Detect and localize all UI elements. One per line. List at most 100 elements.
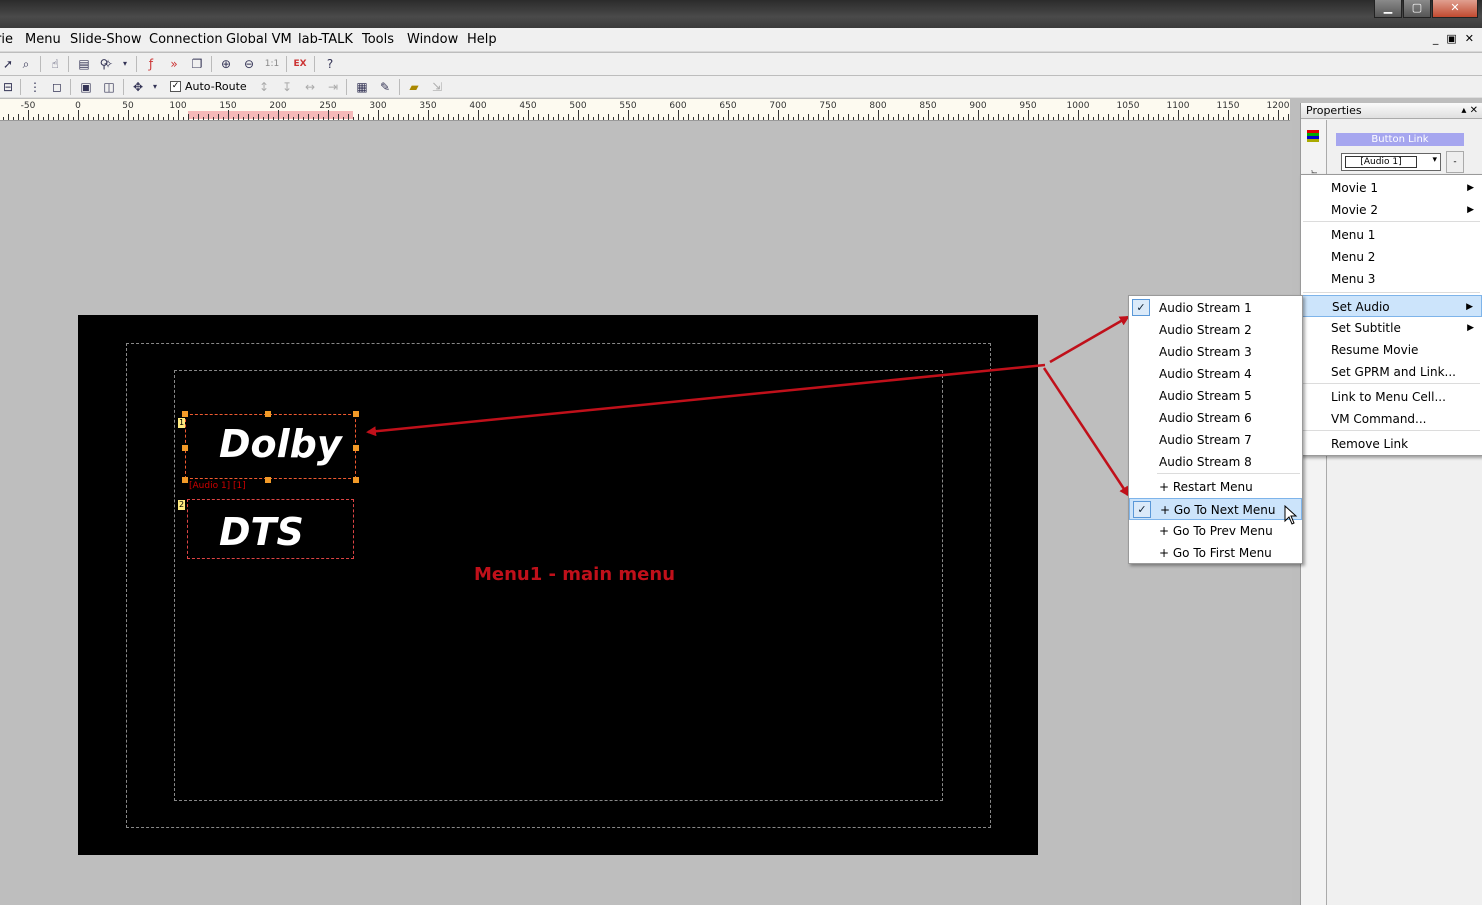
- menu-item-vm-command[interactable]: VM Command...: [1301, 408, 1482, 430]
- help-icon[interactable]: ?: [322, 56, 338, 72]
- table-icon[interactable]: ▦: [354, 79, 370, 95]
- submenu-item-audio-stream-4[interactable]: Audio Stream 4: [1129, 363, 1302, 385]
- horizontal-ruler: -50 0 50 100 150 200 250 300 350 400 450 500 550 600 6…: [0, 99, 1290, 121]
- auto-route-checkbox[interactable]: ✓: [170, 81, 181, 92]
- menu-movie[interactable]: rie: [0, 32, 13, 47]
- resize-handle[interactable]: [182, 477, 188, 483]
- preview-icon[interactable]: ▣: [78, 79, 94, 95]
- resize-handle[interactable]: [353, 477, 359, 483]
- ruler-tick: [553, 117, 554, 120]
- menu-lab-talk[interactable]: lab-TALK: [298, 32, 353, 47]
- ruler-tick: [463, 117, 464, 120]
- ruler-tick: [1148, 114, 1149, 120]
- menu-item-remove-link[interactable]: Remove Link: [1301, 433, 1482, 455]
- submenu-item-go-to-prev-menu[interactable]: + Go To Prev Menu: [1129, 520, 1302, 542]
- find-icon[interactable]: ⌕: [18, 56, 34, 72]
- auto-route-toggle[interactable]: ✓ Auto-Route: [170, 80, 247, 93]
- ruler-tick: [748, 114, 749, 120]
- resize-handle[interactable]: [182, 445, 188, 451]
- ruler-tick: [498, 114, 499, 120]
- move-icon[interactable]: ✥: [130, 79, 146, 95]
- actual-size-icon[interactable]: 1:1: [264, 56, 280, 72]
- submenu-item-audio-stream-7[interactable]: Audio Stream 7: [1129, 429, 1302, 451]
- ruler-tick: [8, 114, 9, 120]
- distribute-vertical-icon[interactable]: ↕: [256, 79, 272, 95]
- distribute-horizontal-icon[interactable]: ↔: [302, 79, 318, 95]
- grid-icon[interactable]: ⋮: [27, 79, 43, 95]
- distribute-horizontal-2-icon[interactable]: ⇥: [325, 79, 341, 95]
- button-link-combo[interactable]: [Audio 1] ▾: [1341, 153, 1441, 171]
- menu-global-vm[interactable]: Global VM: [226, 32, 292, 47]
- menu-canvas[interactable]: 1 Dolby [Audio 1] [1] 2 DTS Menu1 - main…: [78, 315, 1038, 855]
- menu-item-menu-1[interactable]: Menu 1: [1301, 224, 1482, 246]
- menu-window[interactable]: Window: [407, 32, 458, 47]
- menu-item-resume-movie[interactable]: Resume Movie: [1301, 339, 1482, 361]
- color-palette-icon[interactable]: [1307, 130, 1319, 142]
- menu-help[interactable]: Help: [467, 32, 497, 47]
- doc-minimize-button[interactable]: _: [1433, 32, 1439, 45]
- menu-item-set-gprm-and-link[interactable]: Set GPRM and Link...: [1301, 361, 1482, 383]
- menu-menu[interactable]: Menu: [25, 32, 61, 47]
- menu-item-menu-3[interactable]: Menu 3: [1301, 268, 1482, 290]
- copy-icon[interactable]: ❐: [189, 56, 205, 72]
- fast-forward-fx-icon[interactable]: »: [166, 56, 182, 72]
- simulate-icon[interactable]: ◫: [101, 79, 117, 95]
- dropdown-arrow-icon[interactable]: ▾: [150, 79, 160, 95]
- ruler-tick: [28, 110, 29, 120]
- menu-item-menu-2[interactable]: Menu 2: [1301, 246, 1482, 268]
- folder-icon[interactable]: ▰: [406, 79, 422, 95]
- resize-handle[interactable]: [353, 445, 359, 451]
- menu-connection[interactable]: Connection: [149, 32, 223, 47]
- submenu-item-audio-stream-2[interactable]: Audio Stream 2: [1129, 319, 1302, 341]
- doc-restore-button[interactable]: ▣: [1446, 32, 1456, 45]
- edit-pencil-icon[interactable]: ✎: [377, 79, 393, 95]
- ruler-tick: [548, 114, 549, 120]
- export-icon[interactable]: ⇲: [429, 79, 445, 95]
- minimize-window-button[interactable]: ▁: [1374, 0, 1402, 18]
- resize-handle[interactable]: [182, 411, 188, 417]
- ruler-tick: [73, 117, 74, 120]
- chevron-down-icon[interactable]: ▾: [1432, 155, 1437, 165]
- properties-panel-controls[interactable]: ▴ ✕: [1461, 103, 1478, 119]
- resize-handle[interactable]: [265, 411, 271, 417]
- properties-header: Properties ▴ ✕: [1301, 103, 1482, 119]
- menu-item-link-to-menu-cell[interactable]: Link to Menu Cell...: [1301, 386, 1482, 408]
- align-icon[interactable]: ⊟: [0, 79, 16, 95]
- submenu-item-audio-stream-3[interactable]: Audio Stream 3: [1129, 341, 1302, 363]
- resize-handle[interactable]: [353, 411, 359, 417]
- maximize-window-button[interactable]: ▢: [1403, 0, 1431, 18]
- pro-ex-icon[interactable]: EX: [292, 56, 308, 72]
- submenu-item-label: + Go To Prev Menu: [1159, 524, 1273, 538]
- magic-wand-icon[interactable]: ✧: [100, 56, 116, 72]
- distribute-vertical-2-icon[interactable]: ↧: [279, 79, 295, 95]
- submenu-item-audio-stream-8[interactable]: Audio Stream 8: [1129, 451, 1302, 473]
- dropdown-arrow-icon[interactable]: ▾: [120, 56, 130, 72]
- button-link-extra-button[interactable]: -: [1446, 151, 1464, 173]
- menu-slide-show[interactable]: Slide-Show: [70, 32, 142, 47]
- ruler-tick: [1113, 117, 1114, 120]
- snap-icon[interactable]: ◻: [49, 79, 65, 95]
- submenu-item-go-to-next-menu[interactable]: ✓ + Go To Next Menu: [1129, 498, 1302, 520]
- hand-icon[interactable]: ☝: [47, 56, 63, 72]
- menu-item-set-audio[interactable]: Set Audio ▶: [1301, 295, 1482, 317]
- fx-icon[interactable]: ƒ: [143, 56, 159, 72]
- ruler-tick: [448, 114, 449, 120]
- menu-item-set-subtitle[interactable]: Set Subtitle ▶: [1301, 317, 1482, 339]
- ruler-tick: [723, 117, 724, 120]
- close-window-button[interactable]: ✕: [1432, 0, 1478, 18]
- submenu-item-audio-stream-6[interactable]: Audio Stream 6: [1129, 407, 1302, 429]
- submenu-item-restart-menu[interactable]: + Restart Menu: [1129, 476, 1302, 498]
- submenu-item-audio-stream-5[interactable]: Audio Stream 5: [1129, 385, 1302, 407]
- select-tool-icon[interactable]: ➚: [0, 56, 16, 72]
- ruler-tick: [768, 114, 769, 120]
- zoom-out-icon[interactable]: ⊖: [241, 56, 257, 72]
- menu-item-movie-2[interactable]: Movie 2 ▶: [1301, 199, 1482, 221]
- list-icon[interactable]: ▤: [76, 56, 92, 72]
- menu-tools[interactable]: Tools: [362, 32, 394, 47]
- resize-handle[interactable]: [265, 477, 271, 483]
- zoom-in-icon[interactable]: ⊕: [218, 56, 234, 72]
- submenu-item-audio-stream-1[interactable]: ✓ Audio Stream 1: [1129, 297, 1302, 319]
- doc-close-button[interactable]: ✕: [1465, 32, 1474, 45]
- menu-item-movie-1[interactable]: Movie 1 ▶: [1301, 177, 1482, 199]
- submenu-item-go-to-first-menu[interactable]: + Go To First Menu: [1129, 542, 1302, 564]
